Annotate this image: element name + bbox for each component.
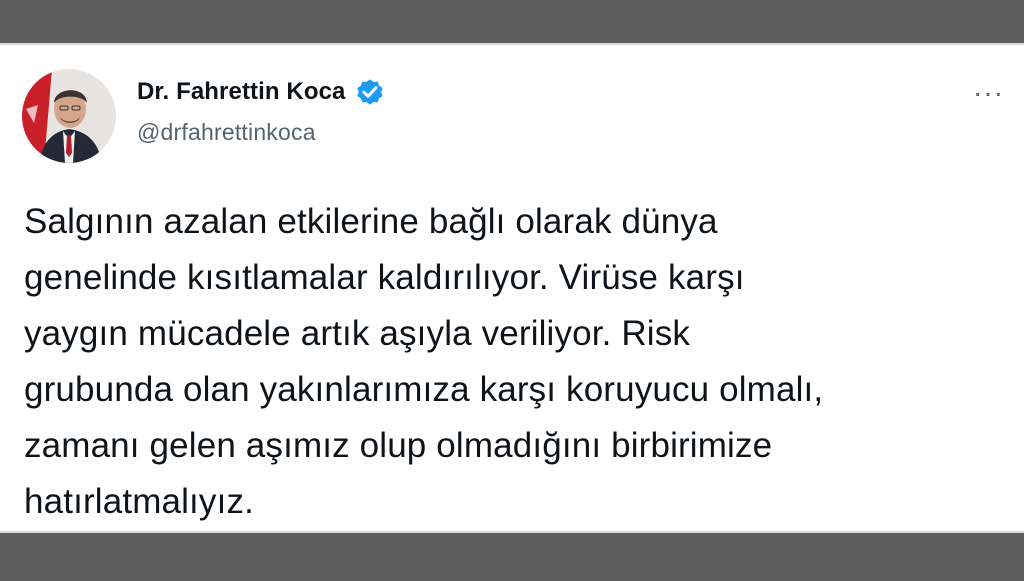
screenshot-frame: Dr. Fahrettin Koca @drfahrettinkoca ··· … bbox=[0, 0, 1024, 581]
author-handle[interactable]: @drfahrettinkoca bbox=[137, 119, 316, 146]
tweet-card[interactable]: Dr. Fahrettin Koca @drfahrettinkoca ··· … bbox=[0, 43, 1024, 533]
author-display-name[interactable]: Dr. Fahrettin Koca bbox=[137, 78, 346, 106]
author-name-row: Dr. Fahrettin Koca bbox=[137, 76, 386, 108]
avatar-image bbox=[22, 69, 116, 163]
more-dots-icon[interactable]: ··· bbox=[973, 79, 1004, 107]
verified-badge-icon bbox=[356, 79, 383, 105]
tweet-text: Salgının azalan etkilerine bağlı olarak … bbox=[24, 202, 824, 521]
avatar[interactable] bbox=[22, 69, 116, 163]
